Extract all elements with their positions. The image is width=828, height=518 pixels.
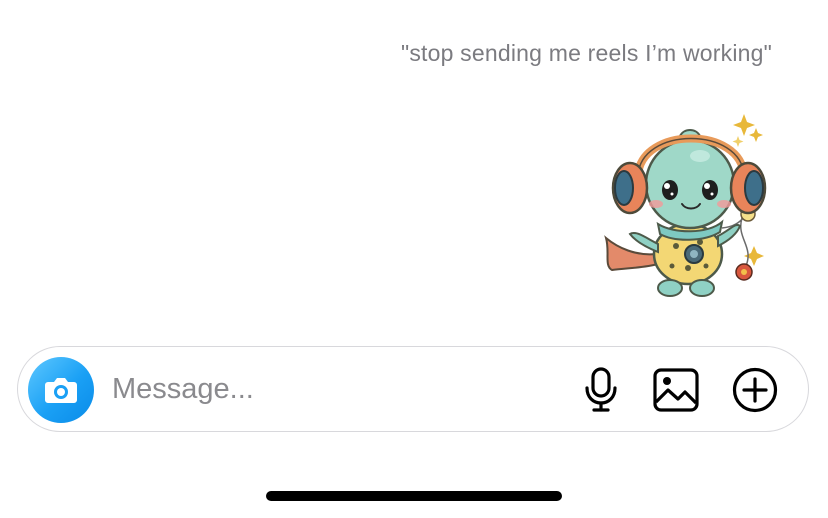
home-indicator[interactable]: [266, 491, 562, 501]
voice-message-button[interactable]: [578, 367, 624, 413]
chat-screen: "stop sending me reels I’m working": [0, 0, 828, 518]
turtle-headphones-sticker-icon: [604, 114, 767, 297]
sticker-message[interactable]: [596, 106, 772, 302]
gallery-button[interactable]: [653, 367, 699, 413]
microphone-icon: [585, 367, 617, 412]
plus-circle-icon: [732, 367, 778, 413]
camera-button[interactable]: [28, 357, 94, 423]
camera-icon: [45, 378, 77, 403]
message-input[interactable]: [112, 367, 552, 411]
message-composer: [17, 346, 809, 432]
gallery-icon: [653, 368, 699, 412]
quoted-message-text: "stop sending me reels I’m working": [400, 40, 772, 66]
more-options-button[interactable]: [732, 367, 778, 413]
